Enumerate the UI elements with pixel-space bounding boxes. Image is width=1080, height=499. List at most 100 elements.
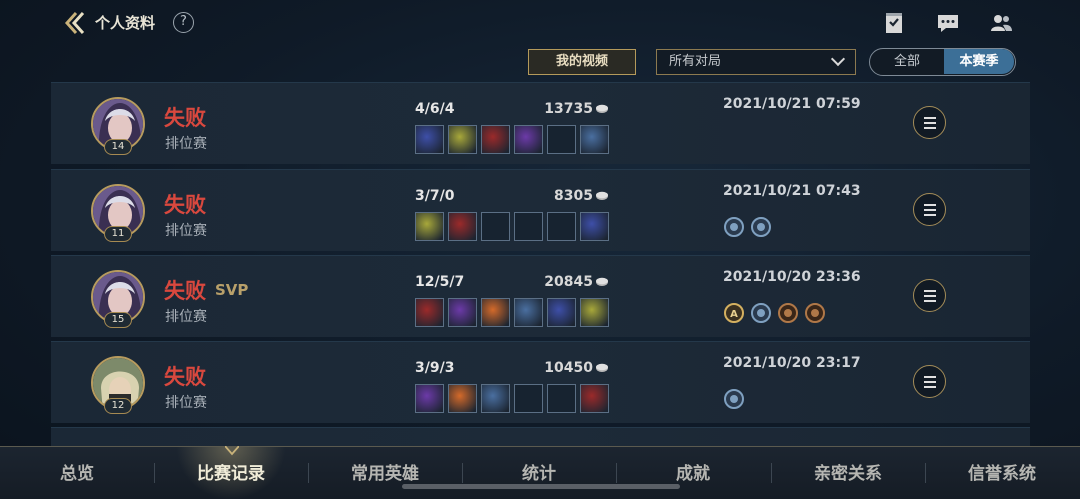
list-icon [924, 376, 936, 378]
equipment-item-icon[interactable] [415, 212, 444, 241]
equipment-item-icon[interactable] [481, 125, 510, 154]
hero-level-badge: 15 [104, 312, 132, 328]
equipment-item-icon[interactable] [415, 384, 444, 413]
chevron-down-icon [830, 51, 846, 67]
back-arrow-icon[interactable] [62, 10, 88, 36]
match-detail-button[interactable] [913, 106, 946, 139]
list-icon [924, 117, 936, 119]
toggle-current-season[interactable]: 本赛季 [944, 49, 1014, 74]
empty-item-slot[interactable] [547, 125, 576, 154]
match-result: 失败 [164, 106, 206, 130]
match-type-value: 所有对局 [669, 54, 722, 69]
match-row[interactable] [51, 427, 1030, 446]
season-toggle[interactable]: 全部 本赛季 [869, 48, 1016, 76]
badge-blue-icon[interactable] [723, 216, 745, 238]
tab-divider [154, 463, 155, 483]
match-result: 失败 [164, 365, 206, 389]
equipment-item-icon[interactable] [514, 125, 543, 154]
equipment-item-icon[interactable] [448, 125, 477, 154]
match-row[interactable]: 12 失败 排位赛 3/9/3 10450 2021/10/20 23:17 [51, 341, 1030, 423]
list-icon [924, 300, 936, 302]
checklist-icon[interactable] [882, 11, 906, 35]
match-result: 失败 [164, 193, 206, 217]
toggle-all[interactable]: 全部 [870, 49, 944, 74]
my-videos-button[interactable]: 我的视频 [528, 49, 636, 75]
empty-item-slot[interactable] [514, 212, 543, 241]
equipment-item-icon[interactable] [448, 298, 477, 327]
svp-badge: SVP [215, 281, 249, 299]
list-icon [924, 295, 936, 297]
equipment-item-icon[interactable] [580, 125, 609, 154]
tab-3[interactable]: 统计 [474, 459, 604, 484]
tab-2[interactable]: 常用英雄 [320, 459, 450, 484]
tab-6[interactable]: 信誉系统 [937, 459, 1067, 484]
equipment-item-icon[interactable] [415, 125, 444, 154]
tab-divider [462, 463, 463, 483]
list-icon [924, 127, 936, 129]
list-icon [924, 290, 936, 292]
coin-icon [596, 104, 608, 113]
tab-4[interactable]: 成就 [628, 459, 758, 484]
list-icon [924, 381, 936, 383]
filter-bar: 我的视频 所有对局 全部 本赛季 [0, 48, 1080, 78]
badge-blue-icon[interactable] [750, 216, 772, 238]
list-icon [924, 122, 936, 124]
match-detail-button[interactable] [913, 193, 946, 226]
match-datetime: 2021/10/20 23:17 [723, 355, 861, 371]
equipment-item-icon[interactable] [514, 298, 543, 327]
tab-divider [925, 463, 926, 483]
match-datetime: 2021/10/21 07:59 [723, 96, 861, 112]
svg-text:A: A [730, 309, 738, 320]
match-mode: 排位赛 [165, 223, 207, 239]
equipment-item-icon[interactable] [547, 298, 576, 327]
hero-level-badge: 11 [104, 226, 132, 242]
match-type-select[interactable]: 所有对局 [656, 49, 856, 75]
coin-icon [596, 191, 608, 200]
equipment-item-icon[interactable] [415, 298, 444, 327]
equipment-item-icon[interactable] [481, 384, 510, 413]
kda: 3/7/0 [415, 188, 455, 204]
tab-divider [616, 463, 617, 483]
empty-item-slot[interactable] [481, 212, 510, 241]
home-indicator [402, 484, 680, 489]
list-icon [924, 204, 936, 206]
tab-0[interactable]: 总览 [12, 459, 142, 484]
equipment-item-icon[interactable] [580, 298, 609, 327]
match-detail-button[interactable] [913, 279, 946, 312]
kda: 3/9/3 [415, 360, 455, 376]
match-row[interactable]: 11 失败 排位赛 3/7/0 8305 2021/10/21 07:43 [51, 169, 1030, 251]
list-icon [924, 386, 936, 388]
empty-item-slot[interactable] [514, 384, 543, 413]
hero-level-badge: 14 [104, 139, 132, 155]
tab-divider [308, 463, 309, 483]
match-datetime: 2021/10/20 23:36 [723, 269, 861, 285]
chat-icon[interactable] [936, 11, 960, 35]
match-row[interactable]: 14 失败 排位赛 4/6/4 13735 2021/10/21 07:59 [51, 82, 1030, 164]
active-tab-caret-icon [225, 446, 239, 456]
empty-item-slot[interactable] [547, 212, 576, 241]
list-icon [924, 209, 936, 211]
help-icon[interactable]: ? [173, 12, 194, 33]
equipment-item-icon[interactable] [580, 384, 609, 413]
tab-5[interactable]: 亲密关系 [783, 459, 913, 484]
equipment-item-icon[interactable] [448, 212, 477, 241]
empty-item-slot[interactable] [547, 384, 576, 413]
list-icon [924, 214, 936, 216]
hero-level-badge: 12 [104, 398, 132, 414]
badge-bronze-icon[interactable] [777, 302, 799, 324]
match-row[interactable]: 15 失败 SVP 排位赛 12/5/7 20845 2021/10/20 23:36 A [51, 255, 1030, 337]
equipment-item-icon[interactable] [580, 212, 609, 241]
tab-1[interactable]: 比赛记录 [166, 459, 296, 484]
match-detail-button[interactable] [913, 365, 946, 398]
badge-bronze-icon[interactable] [804, 302, 826, 324]
match-result: 失败 [164, 279, 206, 303]
match-mode: 排位赛 [165, 309, 207, 325]
badge-blue-icon[interactable] [750, 302, 772, 324]
match-mode: 排位赛 [165, 395, 207, 411]
equipment-item-icon[interactable] [481, 298, 510, 327]
badge-blue-icon[interactable] [723, 388, 745, 410]
equipment-item-icon[interactable] [448, 384, 477, 413]
page-title: 个人资料 [95, 14, 156, 32]
badge-gold-a-icon[interactable]: A [723, 302, 745, 324]
friends-icon[interactable] [989, 11, 1013, 35]
